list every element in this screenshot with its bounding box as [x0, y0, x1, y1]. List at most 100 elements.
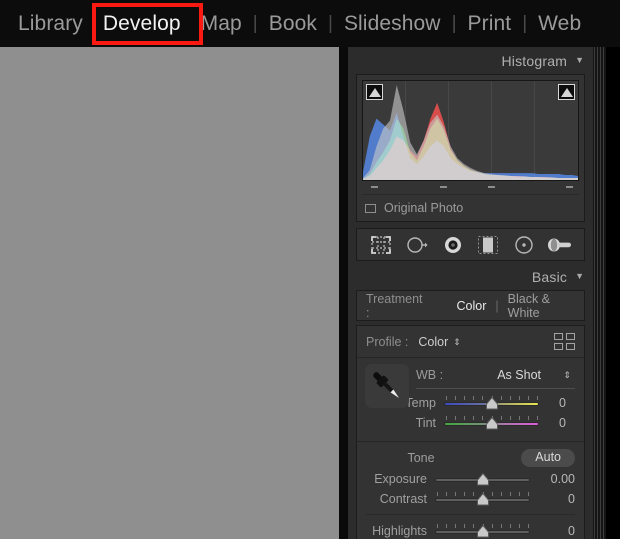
- module-tab-slideshow[interactable]: Slideshow: [334, 13, 451, 34]
- profile-label: Profile :: [366, 334, 409, 349]
- tint-value[interactable]: 0: [539, 416, 575, 430]
- module-picker-bar: Library Develop Map | Book | Slideshow |…: [0, 0, 620, 47]
- profile-value[interactable]: Color: [418, 335, 448, 349]
- highlights-label: Highlights: [372, 524, 427, 538]
- tint-label: Tint: [415, 416, 436, 430]
- spot-removal-icon: [407, 236, 428, 253]
- original-photo-label: Original Photo: [384, 201, 464, 215]
- module-tab-book[interactable]: Book: [259, 13, 327, 34]
- slider-row-exposure: Exposure 0.00: [357, 469, 584, 489]
- lightroom-develop-window: Library Develop Map | Book | Slideshow |…: [0, 0, 620, 539]
- grid-square-icon: [566, 343, 575, 350]
- red-eye-icon: [444, 236, 461, 253]
- histogram-title: Histogram: [501, 52, 568, 69]
- module-tab-print[interactable]: Print: [458, 13, 522, 34]
- tone-label: Tone: [407, 451, 435, 465]
- treatment-box: Treatment : Color | Black & White: [356, 290, 585, 321]
- highlights-value[interactable]: 0: [530, 524, 575, 538]
- right-panel: Histogram ▼ Original Photo Basic ▼ Treat…: [348, 47, 593, 539]
- wb-label: WB :: [416, 368, 444, 382]
- wb-divider: [416, 388, 575, 389]
- contrast-value[interactable]: 0: [530, 492, 584, 506]
- checkbox-icon[interactable]: [365, 203, 376, 213]
- chevron-down-icon[interactable]: ▼: [575, 56, 584, 65]
- tone-header-row: Tone Auto: [357, 447, 584, 469]
- histogram-block: Original Photo: [356, 74, 585, 222]
- wb-value[interactable]: As Shot: [497, 368, 541, 382]
- module-separator-2: |: [328, 12, 333, 34]
- develop-tool-strip: [356, 228, 585, 261]
- treatment-option-color[interactable]: Color: [457, 299, 487, 313]
- white-balance-selector[interactable]: [365, 364, 409, 408]
- radial-filter-icon: [515, 235, 533, 254]
- slider-thumb[interactable]: [485, 397, 499, 410]
- treatment-row: Treatment : Color | Black & White: [357, 291, 584, 320]
- window-right-edge: [606, 47, 620, 539]
- temp-value[interactable]: 0: [539, 396, 575, 410]
- module-separator-3: |: [451, 12, 457, 34]
- stepper-icon[interactable]: ⇕: [563, 371, 571, 380]
- crop-overlay-tool[interactable]: [368, 233, 394, 257]
- grid-square-icon: [554, 333, 563, 340]
- basic-panel: Basic ▼ Treatment : Color | Black & Whit…: [348, 263, 593, 539]
- slider-thumb[interactable]: [476, 493, 490, 506]
- module-tab-library[interactable]: Library: [8, 13, 93, 34]
- chevron-down-icon[interactable]: ▼: [575, 272, 584, 281]
- histogram-panel-header[interactable]: Histogram ▼: [348, 47, 593, 74]
- exposure-slider[interactable]: [435, 469, 530, 489]
- exposure-label: Exposure: [374, 472, 427, 486]
- tone-group: Tone Auto Exposure 0.00 Contrast 0 Highl…: [357, 442, 584, 539]
- histogram-series-luminance: [363, 84, 578, 180]
- wb-header-row: WB : As Shot ⇕: [416, 364, 575, 386]
- triangle-icon: [368, 87, 381, 97]
- profile-row: Profile : Color ⇕: [357, 326, 584, 357]
- slider-row-highlights: Highlights 0: [366, 521, 575, 539]
- slider-thumb[interactable]: [485, 417, 499, 430]
- treatment-option-black-and-white[interactable]: Black & White: [508, 292, 575, 320]
- crop-overlay-icon: [371, 235, 391, 254]
- stepper-icon[interactable]: ⇕: [453, 337, 461, 346]
- adjustment-brush-tool[interactable]: [547, 233, 573, 257]
- basic-panel-header[interactable]: Basic ▼: [348, 263, 593, 290]
- module-tab-develop[interactable]: Develop: [93, 13, 191, 34]
- module-separator-1: |: [252, 12, 258, 34]
- triangle-icon: [560, 87, 573, 97]
- graduated-filter-tool[interactable]: [475, 233, 501, 257]
- temp-slider[interactable]: [444, 393, 539, 413]
- histogram-plot[interactable]: [362, 80, 579, 181]
- highlight-clipping-indicator[interactable]: [558, 84, 575, 100]
- browse-profiles-button[interactable]: [554, 333, 575, 350]
- spot-removal-tool[interactable]: [404, 233, 430, 257]
- module-tab-web[interactable]: Web: [528, 13, 591, 34]
- contrast-label: Contrast: [379, 492, 427, 506]
- original-photo-toggle[interactable]: Original Photo: [362, 194, 579, 221]
- basic-title: Basic: [531, 268, 568, 285]
- treatment-label: Treatment :: [366, 291, 423, 320]
- slider-row-contrast: Contrast 0: [357, 489, 584, 509]
- histogram-tick-marks: [362, 181, 579, 194]
- histogram-curves: [363, 84, 578, 180]
- shadow-clipping-indicator[interactable]: [366, 84, 383, 100]
- red-eye-correction-tool[interactable]: [440, 233, 466, 257]
- auto-tone-button[interactable]: Auto: [521, 449, 575, 467]
- slider-thumb[interactable]: [476, 473, 490, 486]
- white-balance-group: WB : As Shot ⇕ Temp 0 Tint 0: [357, 358, 584, 441]
- slider-thumb[interactable]: [476, 525, 490, 538]
- highlights-slider[interactable]: [435, 521, 530, 539]
- adjustment-brush-icon: [548, 238, 572, 251]
- eyedropper-icon: [373, 372, 400, 399]
- radial-filter-tool[interactable]: [511, 233, 537, 257]
- grid-square-icon: [566, 333, 575, 340]
- contrast-slider[interactable]: [435, 489, 530, 509]
- module-tab-map[interactable]: Map: [191, 13, 252, 34]
- exposure-value[interactable]: 0.00: [530, 472, 584, 486]
- image-canvas[interactable]: [0, 47, 339, 539]
- tint-slider[interactable]: [444, 413, 539, 433]
- module-separator-4: |: [522, 12, 528, 34]
- grid-square-icon: [554, 343, 563, 350]
- tone-subsection: Highlights 0: [366, 514, 575, 539]
- slider-row-tint: Tint 0: [366, 413, 575, 433]
- panel-scrollbar[interactable]: [593, 47, 606, 539]
- treatment-separator: |: [495, 298, 499, 313]
- canvas-panel-divider: [339, 47, 348, 539]
